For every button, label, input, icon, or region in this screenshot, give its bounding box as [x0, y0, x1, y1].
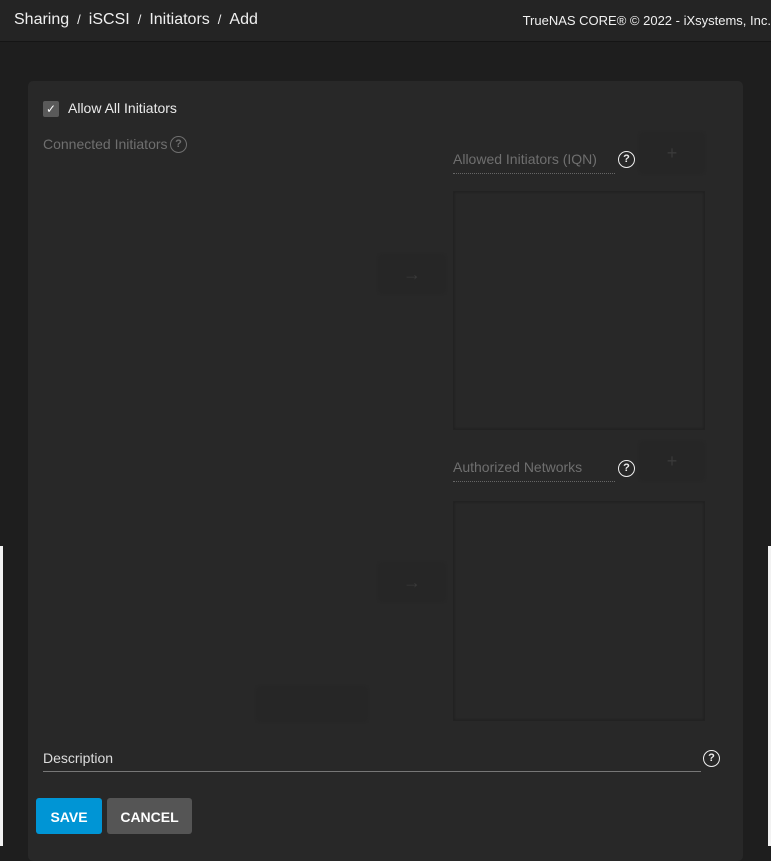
authorized-networks-input[interactable]: Authorized Networks: [453, 459, 615, 482]
authorized-networks-label: Authorized Networks: [453, 459, 583, 475]
breadcrumb-separator: /: [217, 12, 222, 27]
breadcrumb-sharing[interactable]: Sharing: [14, 11, 69, 28]
help-icon[interactable]: ?: [170, 136, 187, 153]
allowed-initiators-list[interactable]: [453, 191, 705, 430]
check-icon: ✓: [45, 102, 57, 116]
plus-icon: +: [666, 451, 678, 471]
copyright-text: TrueNAS CORE® © 2022 - iXsystems, Inc.: [522, 13, 771, 28]
breadcrumb-separator: /: [77, 12, 81, 27]
add-initiator-arrow-button: →: [380, 256, 444, 292]
breadcrumb: Sharing / iSCSI / Initiators / Add: [14, 11, 258, 29]
add-allowed-initiator-button: +: [641, 134, 703, 172]
breadcrumb-add: Add: [229, 11, 258, 28]
top-header: Sharing / iSCSI / Initiators / Add TrueNAS COR…: [0, 0, 771, 42]
allow-all-initiators-checkbox[interactable]: ✓: [43, 101, 59, 117]
help-icon[interactable]: ?: [618, 460, 635, 477]
initiator-form-card: ✓ Allow All Initiators Connected Initiat…: [28, 81, 743, 861]
page-edge-left: [0, 546, 3, 846]
arrow-right-icon: →: [403, 572, 421, 592]
breadcrumb-iscsi[interactable]: iSCSI: [89, 11, 130, 28]
help-icon[interactable]: ?: [618, 151, 635, 168]
save-button[interactable]: SAVE: [36, 798, 102, 834]
allowed-initiators-label: Allowed Initiators (IQN): [453, 151, 597, 167]
allow-all-initiators-label[interactable]: Allow All Initiators: [68, 100, 177, 116]
add-authorized-network-button: +: [641, 443, 703, 479]
breadcrumb-initiators[interactable]: Initiators: [149, 11, 209, 28]
description-input[interactable]: [43, 771, 701, 772]
help-icon[interactable]: ?: [703, 750, 720, 767]
plus-icon: +: [666, 143, 678, 163]
allowed-initiators-input[interactable]: Allowed Initiators (IQN): [453, 151, 615, 174]
cancel-button[interactable]: CANCEL: [107, 798, 192, 834]
breadcrumb-separator: /: [137, 12, 142, 27]
add-network-arrow-button: →: [380, 564, 444, 600]
arrow-right-icon: →: [403, 264, 421, 284]
authorized-networks-list[interactable]: [453, 501, 705, 721]
disabled-button: [258, 688, 366, 720]
connected-initiators-label: Connected Initiators: [43, 136, 168, 152]
description-label: Description: [43, 750, 114, 766]
